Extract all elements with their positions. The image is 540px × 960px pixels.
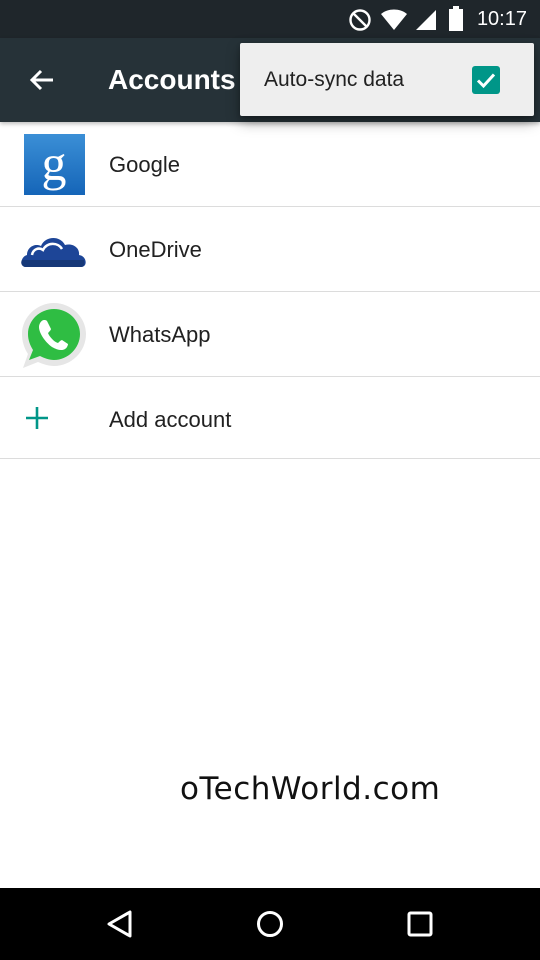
list-item-google[interactable]: g Google [0,122,540,207]
menu-item-auto-sync[interactable]: Auto-sync data [240,43,534,116]
watermark: oTechWorld.com [180,771,441,807]
list-item-whatsapp[interactable]: WhatsApp [0,292,540,377]
recents-square-icon [407,911,433,937]
overflow-menu: Auto-sync data [240,43,534,116]
account-list: g Google OneDrive WhatsApp Add account [0,122,540,459]
back-button[interactable] [22,60,62,100]
status-time: 10:17 [476,8,527,30]
nav-recents-button[interactable] [400,904,440,944]
onedrive-icon [18,215,90,287]
whatsapp-icon [18,300,90,372]
signal-icon [416,10,436,30]
google-icon: g [18,130,90,202]
plus-icon [26,407,48,429]
status-bar: 10:17 [0,0,540,38]
menu-item-label: Auto-sync data [264,68,405,91]
account-label: WhatsApp [109,322,211,347]
account-label: OneDrive [109,237,202,262]
svg-text:g: g [42,135,67,191]
nav-home-button[interactable] [250,904,290,944]
home-circle-icon [257,911,283,937]
screen: 10:17 Accounts Auto-sync data g Google O… [0,0,540,960]
checkmark-icon [476,73,496,89]
navigation-bar [0,888,540,960]
nav-back-button[interactable] [100,904,140,944]
do-not-disturb-icon [349,9,371,31]
add-account-button[interactable]: Add account [0,377,540,459]
arrow-back-icon [29,69,53,91]
add-account-label: Add account [109,407,232,432]
auto-sync-checkbox[interactable] [472,66,500,94]
wifi-icon [381,9,407,30]
account-label: Google [109,152,180,177]
back-triangle-icon [107,910,132,938]
battery-icon [449,6,463,31]
list-item-onedrive[interactable]: OneDrive [0,207,540,292]
page-title: Accounts [108,64,236,95]
